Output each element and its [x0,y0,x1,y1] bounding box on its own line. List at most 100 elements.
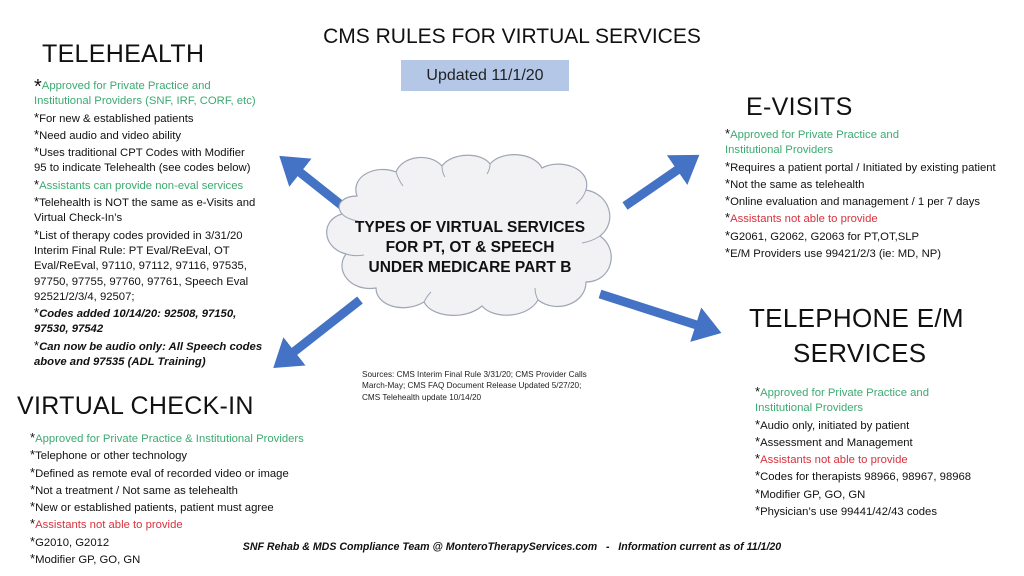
footer-credit: SNF Rehab & MDS Compliance Team @ Monter… [0,541,1024,553]
bullet-text: Physician’s use 99441/42/43 codes [760,506,937,519]
bullet-line: Interim Final Rule: PT Eval/ReEval, OT [34,244,262,259]
bullet-text: E/M Providers use 99421/2/3 (ie: MD, NP) [730,248,942,261]
sources-line: Sources: CMS Interim Final Rule 3/31/20;… [362,370,587,379]
bullet-text: Need audio and video ability [39,129,182,142]
telephone-list: *Approved for Private Practice and Instit… [755,384,971,520]
bullet-line: *Approved for Private Practice and [725,126,996,143]
sources-note: Sources: CMS Interim Final Rule 3/31/20;… [362,369,662,403]
bullet-line: Institutional Providers [755,401,971,416]
telehealth-list: *Approved for Private Practice and Instit… [34,77,262,370]
bullet-text: Approved for Private Practice and [730,129,899,141]
bullet-text: Institutional Providers [725,144,833,157]
bullet-line: *E/M Providers use 99421/2/3 (ie: MD, NP… [725,245,996,262]
bullet-line: *Modifier GP, GO, GN [755,486,971,503]
sources-line: CMS Telehealth update 10/14/20 [362,392,482,402]
bullet-line: *Telephone or other technology [30,447,304,464]
bullet-text: Telehealth is NOT the same as e-Visits a… [39,197,256,210]
bullet-text: Eval/ReEval, 97110, 97112, 97116, 97535, [34,260,247,273]
bullet-text: Codes added 10/14/20: 92508, 97150, [39,308,237,321]
bullet-line: *Telehealth is NOT the same as e-Visits … [34,194,262,211]
bullet-line: *Can now be audio only: All Speech codes [34,338,262,355]
bullet-text: Not the same as telehealth [730,178,865,191]
bullet-text: Uses traditional CPT Codes with Modifier [39,147,245,160]
bullet-line: Virtual Check-In’s [34,211,262,226]
bullet-text: Online evaluation and management / 1 per… [730,196,981,209]
e-visits-heading: E-VISITS [746,93,853,121]
bullet-line: *Assistants not able to provide [30,516,304,533]
bullet-text: above and 97535 (ADL Training) [34,356,206,369]
bullet-line: *Approved for Private Practice and [34,77,262,97]
bullet-line: 92521/2/3/4, 92507; [34,290,262,305]
bullet-line: Institutional Providers [725,143,996,158]
bullet-line: *List of therapy codes provided in 3/31/… [34,227,262,244]
bullet-text: Requires a patient portal / Initiated by… [730,161,996,174]
telehealth-heading: TELEHEALTH [42,40,205,68]
bullet-text: Virtual Check-In’s [34,212,123,225]
bullet-line: *Requires a patient portal / Initiated b… [725,159,996,176]
bullet-line: *Assessment and Management [755,434,971,451]
bullet-line: *Codes for therapists 98966, 98967, 9896… [755,468,971,485]
center-cloud-text: TYPES OF VIRTUAL SERVICES FOR PT, OT & S… [350,218,590,278]
bullet-text: Assistants can provide non-eval services [39,179,244,192]
bullet-line: *Assistants not able to provide [725,210,996,227]
bullet-line: 95 to indicate Telehealth (see codes bel… [34,161,262,176]
bullet-line: *For new & established patients [34,110,262,127]
bullet-line: *Need audio and video ability [34,127,262,144]
arrow-to-e-visits [622,154,700,210]
bullet-text: 95 to indicate Telehealth (see codes bel… [34,162,251,175]
footer-text: SNF Rehab & MDS Compliance Team @ Monter… [242,541,782,553]
bullet-line: *Approved for Private Practice & Institu… [30,430,304,447]
bullet-text: Not a treatment / Not same as telehealth [35,484,238,497]
bullet-line: *Uses traditional CPT Codes with Modifie… [34,144,262,161]
bullet-text: Assistants not able to provide [760,454,908,467]
bullet-text: Approved for Private Practice & Institut… [35,433,304,445]
bullet-line: *Codes added 10/14/20: 92508, 97150, [34,305,262,322]
bullet-text: New or established patients, patient mus… [35,502,274,515]
bullet-text: Modifier GP, GO, GN [760,488,866,501]
bullet-text: Codes for therapists 98966, 98967, 98968 [760,471,972,484]
bullet-text: Assessment and Management [760,436,913,449]
bullet-line: above and 97535 (ADL Training) [34,355,262,370]
bullet-line: *Assistants can provide non-eval service… [34,177,262,194]
bullet-text: Can now be audio only: All Speech codes [39,340,263,353]
bullet-text: List of therapy codes provided in 3/31/2… [39,229,243,242]
bullet-text: Telephone or other technology [35,450,188,463]
bullet-line: Eval/ReEval, 97110, 97112, 97116, 97535, [34,259,262,274]
virtual-check-in-heading: VIRTUAL CHECK-IN [17,392,254,420]
bullet-text: Audio only, initiated by patient [760,419,910,432]
bullet-line: 97750, 97755, 97760, 97761, Speech Eval [34,275,262,290]
bullet-line: Institutional Providers (SNF, IRF, CORF,… [34,94,262,109]
bullet-line: *Not a treatment / Not same as telehealt… [30,482,304,499]
bullet-line: *Not the same as telehealth [725,176,996,193]
bullet-text: Approved for Private Practice and [41,80,211,92]
bullet-text: Assistants not able to provide [35,519,183,532]
telephone-heading-line2: SERVICES [793,338,927,368]
telephone-heading-line1: TELEPHONE E/M [749,303,964,333]
updated-badge: Updated 11/1/20 [401,60,569,91]
bullet-line: *Assistants not able to provide [755,451,971,468]
arrow-to-virtual-check-in [273,296,363,368]
bullet-line: 97530, 97542 [34,322,262,337]
bullet-line: *Modifier GP, GO, GN [30,551,304,568]
bullet-text: Institutional Providers (SNF, IRF, CORF,… [34,95,256,108]
arrow-to-telephone-services [598,289,722,342]
bullet-line: *Defined as remote eval of recorded vide… [30,465,304,482]
e-visits-list: *Approved for Private Practice and Instit… [725,126,996,262]
bullet-line: *New or established patients, patient mu… [30,499,304,516]
sources-line: March-May; CMS FAQ Document Release Upda… [362,381,582,391]
bullet-text: Defined as remote eval of recorded video… [35,467,289,480]
bullet-line: *Approved for Private Practice and [755,384,971,401]
center-line: TYPES OF VIRTUAL SERVICES [354,219,586,236]
center-line: FOR PT, OT & SPEECH [385,239,555,256]
bullet-line: *Physician’s use 99441/42/43 codes [755,503,971,520]
bullet-text: Approved for Private Practice and [760,387,929,399]
bullet-text: For new & established patients [39,112,194,125]
bullet-text: 92521/2/3/4, 92507; [34,290,135,303]
center-line: UNDER MEDICARE PART B [368,259,572,276]
bullet-text: 97750, 97755, 97760, 97761, Speech Eval [34,275,249,288]
bullet-text: Modifier GP, GO, GN [35,554,141,567]
bullet-text: 97530, 97542 [34,323,104,336]
bullet-text: Interim Final Rule: PT Eval/ReEval, OT [34,244,230,257]
bullet-text: G2061, G2062, G2063 for PT,OT,SLP [730,230,920,243]
bullet-text: Institutional Providers [755,402,863,415]
